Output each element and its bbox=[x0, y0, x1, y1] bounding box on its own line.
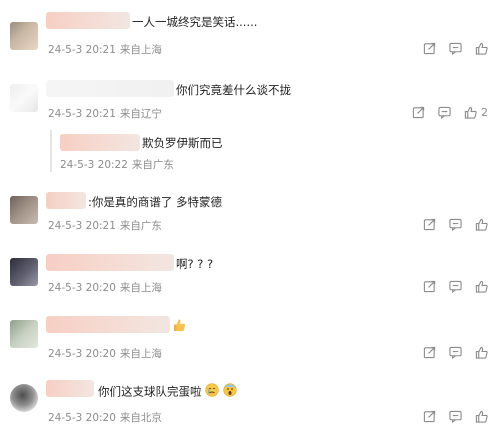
avatar[interactable] bbox=[10, 320, 38, 348]
like-count: 2 bbox=[481, 106, 488, 119]
share-icon[interactable] bbox=[423, 346, 436, 359]
comment-text: 你们究竟差什么谈不拢 bbox=[176, 83, 291, 97]
comment-icon[interactable] bbox=[449, 218, 462, 231]
comment-item: 你们究竟差什么谈不拢 24-5-3 20:21 来自辽宁 2 bbox=[0, 72, 500, 132]
username-blurred[interactable] bbox=[60, 134, 140, 151]
share-icon[interactable] bbox=[423, 42, 436, 55]
comment-meta: 24-5-3 20:21 来自广东 bbox=[48, 218, 162, 233]
comment-location: 来自北京 bbox=[119, 412, 162, 424]
comment-meta: 24-5-3 20:21 来自辽宁 bbox=[48, 106, 162, 121]
username-blurred[interactable] bbox=[46, 12, 130, 29]
comment-location: 来自辽宁 bbox=[119, 108, 162, 120]
screaming-face-emoji bbox=[223, 383, 237, 401]
reply-meta: 24-5-3 20:22 来自广东 bbox=[60, 157, 174, 172]
comment-icon[interactable] bbox=[449, 410, 462, 423]
thumbs-up-icon[interactable] bbox=[475, 410, 488, 423]
comment-text-value: 你们这支球队完蛋啦 bbox=[98, 384, 202, 399]
avatar[interactable] bbox=[10, 196, 38, 224]
reply-item: 欺负罗伊斯而已 24-5-3 20:22 来自广东 bbox=[50, 130, 492, 172]
thumbs-up-icon[interactable] bbox=[475, 218, 488, 231]
username-blurred[interactable] bbox=[46, 80, 174, 97]
comment-text bbox=[172, 318, 186, 336]
avatar[interactable] bbox=[10, 22, 38, 50]
thumbs-up-icon[interactable] bbox=[475, 42, 488, 55]
comment-time: 24-5-3 20:21 bbox=[48, 44, 116, 56]
avatar[interactable] bbox=[10, 84, 38, 112]
comment-time: 24-5-3 20:21 bbox=[48, 220, 116, 232]
comment-text: 你们这支球队完蛋啦 bbox=[98, 383, 237, 401]
comment-actions bbox=[423, 42, 488, 55]
avatar[interactable] bbox=[10, 384, 38, 412]
comment-text: 啊? ? ? bbox=[176, 257, 214, 271]
reply-text: 欺负罗伊斯而已 bbox=[142, 136, 223, 150]
comment-meta: 24-5-3 20:20 来自上海 bbox=[48, 346, 162, 361]
comment-time: 24-5-3 20:20 bbox=[48, 282, 116, 294]
comment-item: 一人一城终究是笑话...... 24-5-3 20:21 来自上海 bbox=[0, 0, 500, 62]
comment-icon[interactable] bbox=[449, 346, 462, 359]
share-icon[interactable] bbox=[423, 280, 436, 293]
comment-time: 24-5-3 20:20 bbox=[48, 348, 116, 360]
comment-location: 来自上海 bbox=[119, 282, 162, 294]
comment-actions bbox=[423, 410, 488, 423]
username-blurred[interactable] bbox=[46, 380, 94, 397]
comment-location: 来自上海 bbox=[119, 348, 162, 360]
comment-text: 一人一城终究是笑话...... bbox=[132, 15, 258, 29]
reply-location: 来自广东 bbox=[131, 159, 174, 171]
comment-time: 24-5-3 20:20 bbox=[48, 412, 116, 424]
share-icon[interactable] bbox=[423, 218, 436, 231]
comment-icon[interactable] bbox=[449, 42, 462, 55]
comment-text: :你是真的商谱了 多特蒙德 bbox=[88, 195, 223, 209]
comment-meta: 24-5-3 20:20 来自上海 bbox=[48, 280, 162, 295]
thumbs-up-emoji bbox=[172, 318, 186, 336]
comment-item: 啊? ? ? 24-5-3 20:20 来自上海 bbox=[0, 248, 500, 302]
comment-location: 来自上海 bbox=[119, 44, 162, 56]
avatar[interactable] bbox=[10, 258, 38, 286]
comment-actions: 2 bbox=[412, 106, 488, 119]
comment-meta: 24-5-3 20:20 来自北京 bbox=[48, 410, 162, 425]
comment-icon[interactable] bbox=[449, 280, 462, 293]
username-blurred[interactable] bbox=[46, 192, 86, 209]
share-icon[interactable] bbox=[423, 410, 436, 423]
comment-actions bbox=[423, 346, 488, 359]
thumbs-up-icon[interactable] bbox=[475, 346, 488, 359]
comment-icon[interactable] bbox=[438, 106, 451, 119]
comment-item: 你们这支球队完蛋啦 24-5-3 20:20 来自北京 bbox=[0, 374, 500, 436]
comment-location: 来自广东 bbox=[119, 220, 162, 232]
crying-face-emoji bbox=[205, 383, 219, 401]
thumbs-up-icon[interactable] bbox=[475, 280, 488, 293]
comment-time: 24-5-3 20:21 bbox=[48, 108, 116, 120]
comment-actions bbox=[423, 218, 488, 231]
thumbs-up-icon[interactable] bbox=[464, 106, 477, 119]
reply-time: 24-5-3 20:22 bbox=[60, 159, 128, 171]
comment-actions bbox=[423, 280, 488, 293]
comment-item: :你是真的商谱了 多特蒙德 24-5-3 20:21 来自广东 bbox=[0, 186, 500, 240]
username-blurred[interactable] bbox=[46, 316, 170, 333]
comment-meta: 24-5-3 20:21 来自上海 bbox=[48, 42, 162, 57]
share-icon[interactable] bbox=[412, 106, 425, 119]
username-blurred[interactable] bbox=[46, 254, 174, 271]
comment-item: 24-5-3 20:20 来自上海 bbox=[0, 310, 500, 366]
